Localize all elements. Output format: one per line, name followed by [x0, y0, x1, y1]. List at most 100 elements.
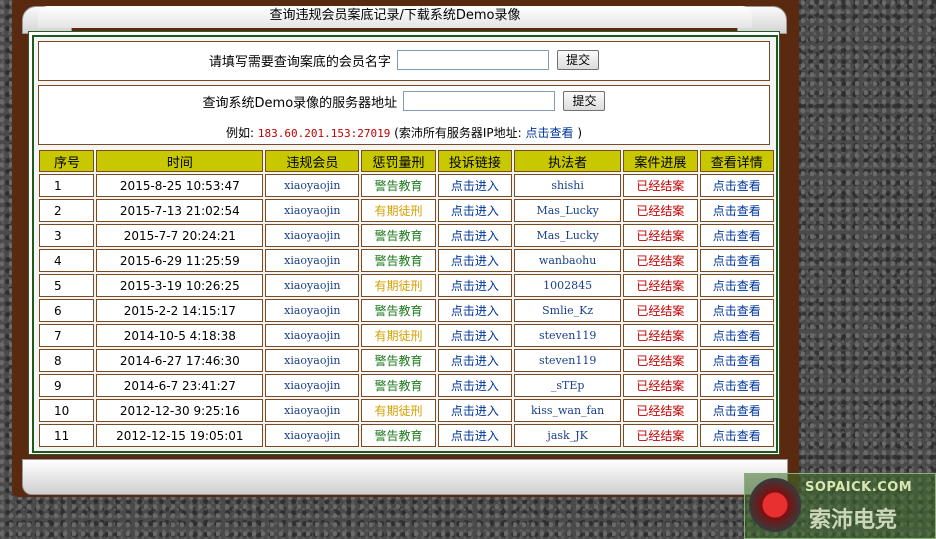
inner-panel: 请填写需要查询案底的会员名字 提交 查询系统Demo录像的服务器地址 提交 例如… — [32, 35, 778, 453]
table-row: 8 2014-6-27 17:46:30 xiaoyaojin 警告教育 点击进入 ste… — [39, 349, 774, 372]
cell-index: 9 — [39, 374, 95, 397]
complaint-link[interactable]: 点击进入 — [437, 399, 513, 422]
cell-member: xiaoyaojin — [265, 424, 360, 447]
complaint-link[interactable]: 点击进入 — [437, 324, 513, 347]
cell-enforcer: Smlie_Kz — [514, 299, 622, 322]
watermark-logo-icon — [749, 478, 801, 532]
cell-member: xiaoyaojin — [265, 199, 360, 222]
cell-progress: 已经结案 — [623, 324, 698, 347]
col-header-penalty: 惩罚量刑 — [361, 150, 436, 172]
cell-member: xiaoyaojin — [265, 249, 360, 272]
cell-penalty: 警告教育 — [361, 249, 436, 272]
cell-progress: 已经结案 — [623, 299, 698, 322]
window-title: 查询违规会员案底记录/下载系统Demo录像 — [38, 6, 752, 28]
cell-member: xiaoyaojin — [265, 399, 360, 422]
server-address-input[interactable] — [403, 91, 556, 111]
cell-member: xiaoyaojin — [265, 224, 360, 247]
cell-time: 2015-6-29 11:25:59 — [96, 249, 264, 272]
cell-enforcer: Mas_Lucky — [514, 224, 622, 247]
col-header-progress: 案件进展 — [623, 150, 698, 172]
complaint-link[interactable]: 点击进入 — [437, 374, 513, 397]
cell-index: 10 — [39, 399, 95, 422]
view-detail-link[interactable]: 点击查看 — [699, 299, 774, 322]
complaint-link[interactable]: 点击进入 — [437, 174, 513, 197]
cell-index: 1 — [39, 174, 95, 197]
table-header-row: 序号 时间 违规会员 惩罚量刑 投诉链接 执法者 案件进展 查看详情 — [39, 150, 774, 172]
cell-progress: 已经结案 — [623, 174, 698, 197]
cell-index: 5 — [39, 274, 95, 297]
example-note-open: (索沛所有服务器IP地址: — [394, 126, 522, 140]
member-submit-button[interactable]: 提交 — [557, 50, 600, 70]
view-detail-link[interactable]: 点击查看 — [699, 324, 774, 347]
table-row: 7 2014-10-5 4:18:38 xiaoyaojin 有期徒刑 点击进入 stev… — [39, 324, 774, 347]
cell-time: 2014-6-7 23:41:27 — [96, 374, 264, 397]
table-row: 4 2015-6-29 11:25:59 xiaoyaojin 警告教育 点击进入 wan… — [39, 249, 774, 272]
cell-penalty: 有期徒刑 — [361, 324, 436, 347]
cell-penalty: 警告教育 — [361, 424, 436, 447]
cell-penalty: 警告教育 — [361, 174, 436, 197]
table-row: 10 2012-12-30 9:25:16 xiaoyaojin 有期徒刑 点击进入 ki… — [39, 399, 774, 422]
col-header-detail: 查看详情 — [699, 150, 774, 172]
cell-penalty: 警告教育 — [361, 299, 436, 322]
content-panel: 请填写需要查询案底的会员名字 提交 查询系统Demo录像的服务器地址 提交 例如… — [28, 31, 780, 455]
col-header-enforcer: 执法者 — [514, 150, 622, 172]
server-list-link[interactable]: 点击查看 — [525, 126, 573, 140]
member-name-input[interactable] — [397, 50, 549, 70]
cell-penalty: 有期徒刑 — [361, 199, 436, 222]
cell-penalty: 警告教育 — [361, 349, 436, 372]
demo-submit-button[interactable]: 提交 — [563, 91, 606, 111]
cell-enforcer: jask_JK — [514, 424, 622, 447]
complaint-link[interactable]: 点击进入 — [437, 199, 513, 222]
table-row: 5 2015-3-19 10:26:25 xiaoyaojin 有期徒刑 点击进入 100… — [39, 274, 774, 297]
cell-enforcer: wanbaohu — [514, 249, 622, 272]
watermark-brand: 索沛电竞 — [809, 508, 898, 533]
demo-query-label: 查询系统Demo录像的服务器地址 — [202, 95, 398, 111]
cell-time: 2015-7-7 20:24:21 — [96, 224, 264, 247]
complaint-link[interactable]: 点击进入 — [437, 424, 513, 447]
cell-member: xiaoyaojin — [265, 374, 360, 397]
cell-enforcer: _sTEp — [514, 374, 622, 397]
cell-progress: 已经结案 — [623, 274, 698, 297]
view-detail-link[interactable]: 点击查看 — [699, 249, 774, 272]
complaint-link[interactable]: 点击进入 — [437, 274, 513, 297]
view-detail-link[interactable]: 点击查看 — [699, 399, 774, 422]
cell-time: 2015-8-25 10:53:47 — [96, 174, 264, 197]
cell-member: xiaoyaojin — [265, 174, 360, 197]
cell-member: xiaoyaojin — [265, 274, 360, 297]
cell-time: 2012-12-30 9:25:16 — [96, 399, 264, 422]
cell-enforcer: kiss_wan_fan — [514, 399, 622, 422]
table-row: 9 2014-6-7 23:41:27 xiaoyaojin 警告教育 点击进入 _sTE… — [39, 374, 774, 397]
view-detail-link[interactable]: 点击查看 — [699, 174, 774, 197]
window-footer — [22, 459, 788, 495]
cell-index: 4 — [39, 249, 95, 272]
table-row: 6 2015-2-2 14:15:17 xiaoyaojin 警告教育 点击进入 Smli… — [39, 299, 774, 322]
cell-member: xiaoyaojin — [265, 324, 360, 347]
view-detail-link[interactable]: 点击查看 — [699, 224, 774, 247]
cell-time: 2015-2-2 14:15:17 — [96, 299, 264, 322]
complaint-link[interactable]: 点击进入 — [437, 249, 513, 272]
example-prefix: 例如: — [225, 126, 255, 140]
demo-query-form: 查询系统Demo录像的服务器地址 提交 例如: 183.60.201.153:2… — [38, 85, 770, 145]
col-header-complaint: 投诉链接 — [437, 150, 513, 172]
cell-progress: 已经结案 — [623, 224, 698, 247]
cell-progress: 已经结案 — [623, 199, 698, 222]
view-detail-link[interactable]: 点击查看 — [699, 349, 774, 372]
complaint-link[interactable]: 点击进入 — [437, 224, 513, 247]
cell-progress: 已经结案 — [623, 249, 698, 272]
view-detail-link[interactable]: 点击查看 — [699, 424, 774, 447]
cell-enforcer: Mas_Lucky — [514, 199, 622, 222]
cell-time: 2015-3-19 10:26:25 — [96, 274, 264, 297]
view-detail-link[interactable]: 点击查看 — [699, 374, 774, 397]
table-row: 2 2015-7-13 21:02:54 xiaoyaojin 有期徒刑 点击进入 Mas… — [39, 199, 774, 222]
complaint-link[interactable]: 点击进入 — [437, 299, 513, 322]
cell-member: xiaoyaojin — [265, 349, 360, 372]
cell-time: 2012-12-15 19:05:01 — [96, 424, 264, 447]
complaint-link[interactable]: 点击进入 — [437, 349, 513, 372]
table-row: 3 2015-7-7 20:24:21 xiaoyaojin 警告教育 点击进入 Mas_… — [39, 224, 774, 247]
col-header-member: 违规会员 — [265, 150, 360, 172]
cell-time: 2014-10-5 4:18:38 — [96, 324, 264, 347]
cell-index: 7 — [39, 324, 95, 347]
cell-penalty: 警告教育 — [361, 224, 436, 247]
view-detail-link[interactable]: 点击查看 — [699, 274, 774, 297]
view-detail-link[interactable]: 点击查看 — [699, 199, 774, 222]
